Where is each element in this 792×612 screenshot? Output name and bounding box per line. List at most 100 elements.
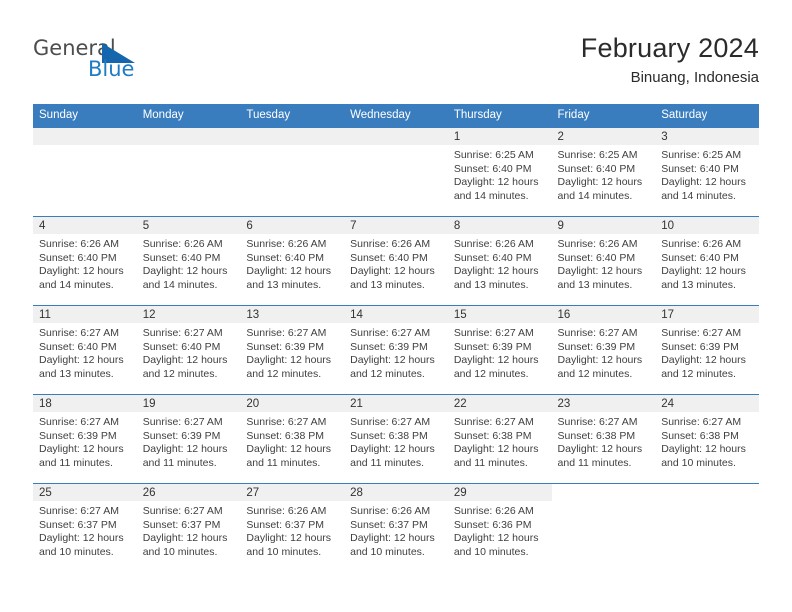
- calendar-day-cell[interactable]: 22 Sunrise: 6:27 AM Sunset: 6:38 PM Dayligh…: [447, 394, 552, 484]
- day-number: [33, 128, 137, 145]
- sunset-time: Sunset: 6:37 PM: [350, 518, 428, 531]
- calendar-day-cell[interactable]: 1 Sunrise: 6:25 AM Sunset: 6:40 PM Daylight…: [447, 128, 552, 217]
- calendar-day-cell[interactable]: 29 Sunrise: 6:26 AM Sunset: 6:36 PM Dayligh…: [447, 483, 552, 572]
- day-number: 27: [240, 484, 345, 501]
- calendar-day-cell[interactable]: 4 Sunrise: 6:26 AM Sunset: 6:40 PM Daylight…: [33, 216, 137, 306]
- day-sun-details: Sunrise: 6:26 AM Sunset: 6:37 PM Daylight:…: [344, 501, 448, 559]
- sunset-time: Sunset: 6:37 PM: [142, 518, 221, 531]
- calendar-day-cell[interactable]: [33, 128, 137, 217]
- daylight-line-2: and 13 minutes.: [350, 278, 425, 291]
- calendar-day-cell[interactable]: 13 Sunrise: 6:27 AM Sunset: 6:39 PM Dayligh…: [240, 305, 345, 395]
- sunrise-time: Sunrise: 6:26 AM: [661, 238, 742, 250]
- calendar-day-cell[interactable]: 23 Sunrise: 6:27 AM Sunset: 6:38 PM Dayligh…: [551, 394, 656, 484]
- sunset-time: Sunset: 6:36 PM: [453, 518, 532, 531]
- daylight-line-1: Daylight: 12 hours: [453, 532, 539, 545]
- calendar-day-cell[interactable]: [551, 483, 656, 572]
- daylight-line-1: Daylight: 12 hours: [661, 443, 746, 456]
- calendar-day-cell[interactable]: 16 Sunrise: 6:27 AM Sunset: 6:39 PM Dayligh…: [551, 305, 656, 395]
- day-cell-inner: 11 Sunrise: 6:27 AM Sunset: 6:40 PM Dayligh…: [33, 306, 137, 394]
- daylight-line-2: and 10 minutes.: [661, 456, 736, 469]
- sunset-time: Sunset: 6:40 PM: [557, 162, 636, 175]
- daylight-line-2: and 11 minutes.: [39, 456, 113, 469]
- weekday-header-friday: Friday: [551, 104, 656, 128]
- daylight-line-2: and 13 minutes.: [39, 367, 114, 380]
- sunset-time: Sunset: 6:37 PM: [39, 518, 117, 531]
- day-cell-inner: 6 Sunrise: 6:26 AM Sunset: 6:40 PM Daylight…: [240, 217, 345, 305]
- calendar-day-cell[interactable]: [655, 483, 759, 572]
- day-cell-inner: 10 Sunrise: 6:26 AM Sunset: 6:40 PM Dayligh…: [655, 217, 759, 305]
- calendar-table: Sunday Monday Tuesday Wednesday Thursday…: [33, 104, 759, 572]
- calendar-day-cell[interactable]: 6 Sunrise: 6:26 AM Sunset: 6:40 PM Daylight…: [240, 216, 345, 306]
- calendar-day-cell[interactable]: 26 Sunrise: 6:27 AM Sunset: 6:37 PM Dayligh…: [136, 483, 241, 572]
- calendar-week-row: 11 Sunrise: 6:27 AM Sunset: 6:40 PM Dayligh…: [33, 305, 759, 395]
- calendar-day-cell[interactable]: [240, 128, 345, 217]
- daylight-line-2: and 10 minutes.: [142, 545, 218, 558]
- calendar-day-cell[interactable]: 15 Sunrise: 6:27 AM Sunset: 6:39 PM Dayligh…: [447, 305, 552, 395]
- calendar-grid-wrapper: Sunday Monday Tuesday Wednesday Thursday…: [33, 104, 759, 572]
- calendar-day-cell[interactable]: 2 Sunrise: 6:25 AM Sunset: 6:40 PM Daylight…: [551, 128, 656, 217]
- daylight-line-1: Daylight: 12 hours: [39, 354, 124, 367]
- weekday-header-tuesday: Tuesday: [240, 104, 345, 128]
- sunset-time: Sunset: 6:38 PM: [350, 429, 428, 442]
- calendar-week-row: 25 Sunrise: 6:27 AM Sunset: 6:37 PM Dayligh…: [33, 483, 759, 572]
- day-cell-inner: [551, 484, 656, 572]
- daylight-line-1: Daylight: 12 hours: [557, 265, 643, 278]
- general-blue-logo[interactable]: General Blue: [33, 38, 233, 88]
- sunrise-time: Sunrise: 6:26 AM: [557, 238, 638, 250]
- day-sun-details: Sunrise: 6:27 AM Sunset: 6:37 PM Daylight:…: [33, 501, 137, 559]
- daylight-line-2: and 14 minutes.: [142, 278, 218, 291]
- sunset-time: Sunset: 6:40 PM: [142, 251, 221, 264]
- calendar-day-cell[interactable]: 19 Sunrise: 6:27 AM Sunset: 6:39 PM Dayligh…: [136, 394, 241, 484]
- sunset-time: Sunset: 6:40 PM: [246, 251, 325, 264]
- daylight-line-2: and 13 minutes.: [453, 278, 529, 291]
- calendar-day-cell[interactable]: 24 Sunrise: 6:27 AM Sunset: 6:38 PM Dayligh…: [655, 394, 759, 484]
- daylight-line-2: and 10 minutes.: [39, 545, 114, 558]
- calendar-day-cell[interactable]: 3 Sunrise: 6:25 AM Sunset: 6:40 PM Daylight…: [655, 128, 759, 217]
- calendar-day-cell[interactable]: 20 Sunrise: 6:27 AM Sunset: 6:38 PM Dayligh…: [240, 394, 345, 484]
- day-sun-details: Sunrise: 6:27 AM Sunset: 6:39 PM Daylight:…: [552, 323, 656, 381]
- weekday-header-monday: Monday: [136, 104, 241, 128]
- daylight-line-2: and 10 minutes.: [246, 545, 322, 558]
- sunset-time: Sunset: 6:40 PM: [350, 251, 428, 264]
- day-sun-details: Sunrise: 6:27 AM Sunset: 6:40 PM Daylight:…: [137, 323, 241, 381]
- calendar-day-cell[interactable]: 27 Sunrise: 6:26 AM Sunset: 6:37 PM Dayligh…: [240, 483, 345, 572]
- page-subtitle-location: Binuang, Indonesia: [630, 69, 759, 86]
- calendar-day-cell[interactable]: 28 Sunrise: 6:26 AM Sunset: 6:37 PM Dayligh…: [344, 483, 448, 572]
- calendar-day-cell[interactable]: [136, 128, 241, 217]
- calendar-day-cell[interactable]: 21 Sunrise: 6:27 AM Sunset: 6:38 PM Dayligh…: [344, 394, 448, 484]
- sunset-time: Sunset: 6:39 PM: [350, 340, 428, 353]
- calendar-day-cell[interactable]: 9 Sunrise: 6:26 AM Sunset: 6:40 PM Daylight…: [551, 216, 656, 306]
- day-number: 18: [33, 395, 137, 412]
- day-sun-details: Sunrise: 6:27 AM Sunset: 6:39 PM Daylight:…: [344, 323, 448, 381]
- sunset-time: Sunset: 6:39 PM: [661, 340, 739, 353]
- day-cell-inner: [655, 484, 759, 572]
- day-number: 23: [551, 395, 656, 412]
- day-number: 24: [655, 395, 759, 412]
- calendar-day-cell[interactable]: 17 Sunrise: 6:27 AM Sunset: 6:39 PM Dayligh…: [655, 305, 759, 395]
- day-number: 16: [551, 306, 656, 323]
- calendar-day-cell[interactable]: 8 Sunrise: 6:26 AM Sunset: 6:40 PM Daylight…: [447, 216, 552, 306]
- calendar-day-cell[interactable]: 18 Sunrise: 6:27 AM Sunset: 6:39 PM Dayligh…: [33, 394, 137, 484]
- day-sun-details: Sunrise: 6:25 AM Sunset: 6:40 PM Daylight:…: [552, 145, 656, 203]
- daylight-line-1: Daylight: 12 hours: [350, 265, 435, 278]
- calendar-day-cell[interactable]: 11 Sunrise: 6:27 AM Sunset: 6:40 PM Dayligh…: [33, 305, 137, 395]
- day-sun-details: Sunrise: 6:27 AM Sunset: 6:39 PM Daylight:…: [33, 412, 137, 470]
- calendar-day-cell[interactable]: 12 Sunrise: 6:27 AM Sunset: 6:40 PM Dayligh…: [136, 305, 241, 395]
- daylight-line-2: and 13 minutes.: [246, 278, 322, 291]
- sunrise-time: Sunrise: 6:26 AM: [246, 238, 327, 250]
- day-number: [136, 128, 241, 145]
- calendar-day-cell[interactable]: 25 Sunrise: 6:27 AM Sunset: 6:37 PM Dayligh…: [33, 483, 137, 572]
- calendar-day-cell[interactable]: 7 Sunrise: 6:26 AM Sunset: 6:40 PM Daylight…: [344, 216, 448, 306]
- day-number: [655, 484, 759, 501]
- weekday-header-sunday: Sunday: [33, 104, 137, 128]
- logo-word-blue: Blue: [88, 57, 135, 81]
- day-sun-details: Sunrise: 6:25 AM Sunset: 6:40 PM Daylight:…: [655, 145, 759, 203]
- calendar-day-cell[interactable]: 10 Sunrise: 6:26 AM Sunset: 6:40 PM Dayligh…: [655, 216, 759, 306]
- calendar-day-cell[interactable]: [344, 128, 448, 217]
- daylight-line-1: Daylight: 12 hours: [142, 443, 228, 456]
- calendar-day-cell[interactable]: 5 Sunrise: 6:26 AM Sunset: 6:40 PM Daylight…: [136, 216, 241, 306]
- day-cell-inner: 29 Sunrise: 6:26 AM Sunset: 6:36 PM Dayligh…: [447, 484, 552, 572]
- sunrise-time: Sunrise: 6:26 AM: [350, 238, 431, 250]
- calendar-day-cell[interactable]: 14 Sunrise: 6:27 AM Sunset: 6:39 PM Dayligh…: [344, 305, 448, 395]
- daylight-line-1: Daylight: 12 hours: [142, 532, 228, 545]
